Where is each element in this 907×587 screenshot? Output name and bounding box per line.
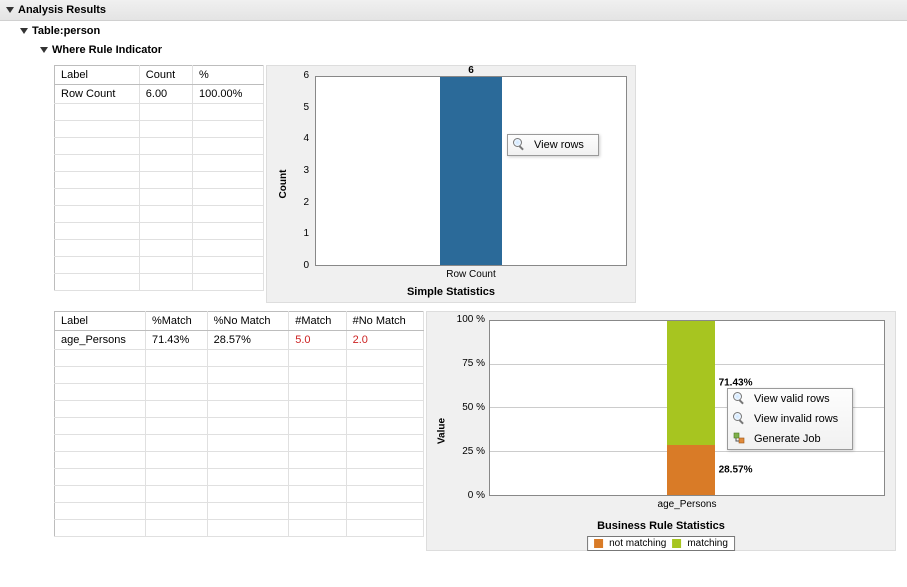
- menu-label: Generate Job: [754, 433, 821, 445]
- context-menu-chart2: View valid rows View invalid rows Genera…: [727, 388, 853, 450]
- simple-stats-table: Label Count % Row Count 6.00 100.00%: [54, 65, 264, 291]
- col-pmatch[interactable]: %Match: [145, 312, 207, 331]
- table-row: [55, 452, 424, 469]
- col-nnomatch[interactable]: #No Match: [346, 312, 423, 331]
- tree-indicator-label: Where Rule Indicator: [52, 44, 162, 56]
- cell-label: Row Count: [55, 85, 140, 104]
- table-row: [55, 418, 424, 435]
- menu-view-invalid-rows[interactable]: View invalid rows: [728, 409, 852, 429]
- y-ticks: 0 % 25 % 50 % 75 % 100 %: [451, 320, 487, 496]
- table-row: [55, 206, 264, 223]
- table-row[interactable]: age_Persons 71.43% 28.57% 5.0 2.0: [55, 331, 424, 350]
- chevron-down-icon: [6, 7, 14, 13]
- table-row: [55, 384, 424, 401]
- table-row: [55, 240, 264, 257]
- col-count[interactable]: Count: [139, 66, 192, 85]
- table-row: [55, 520, 424, 537]
- legend-not-matching: not matching: [609, 538, 666, 549]
- x-category-label: age_Persons: [489, 499, 885, 510]
- menu-view-valid-rows[interactable]: View valid rows: [728, 389, 852, 409]
- business-rule-table: Label %Match %No Match #Match #No Match …: [54, 311, 424, 537]
- chart-title: Business Rule Statistics: [427, 520, 895, 532]
- magnifier-icon: [733, 412, 747, 426]
- x-category-label: Row Count: [315, 269, 627, 280]
- plot-area[interactable]: 6: [315, 76, 627, 266]
- bar-value-label: 6: [440, 65, 502, 76]
- table-row: [55, 503, 424, 520]
- menu-label: View rows: [534, 139, 584, 151]
- menu-generate-job[interactable]: Generate Job: [728, 429, 852, 449]
- cell-label: age_Persons: [55, 331, 146, 350]
- cell-pnomatch: 28.57%: [207, 331, 289, 350]
- table-row: [55, 401, 424, 418]
- segment-not-matching[interactable]: 28.57%: [667, 445, 714, 495]
- table-row: [55, 155, 264, 172]
- col-label[interactable]: Label: [55, 312, 146, 331]
- analysis-results-title: Analysis Results: [18, 4, 106, 16]
- cell-pmatch: 71.43%: [145, 331, 207, 350]
- table-row: [55, 257, 264, 274]
- cell-pct: 100.00%: [193, 85, 264, 104]
- segment-label: 71.43%: [719, 378, 753, 389]
- table-row: [55, 350, 424, 367]
- table-row: [55, 274, 264, 291]
- chevron-down-icon: [20, 28, 28, 34]
- swatch-matching: [672, 539, 681, 548]
- cell-nnomatch: 2.0: [346, 331, 423, 350]
- generate-job-icon: [733, 432, 745, 444]
- bar-row-count[interactable]: [440, 77, 502, 265]
- tree-node-table[interactable]: Table:person: [14, 21, 907, 41]
- tree-table-label: Table:person: [32, 25, 100, 37]
- legend: not matching matching: [587, 536, 735, 551]
- swatch-not-matching: [594, 539, 603, 548]
- table-row: [55, 469, 424, 486]
- table-row[interactable]: Row Count 6.00 100.00%: [55, 85, 264, 104]
- table-row: [55, 104, 264, 121]
- segment-label: 28.57%: [719, 465, 753, 476]
- col-nmatch[interactable]: #Match: [289, 312, 346, 331]
- menu-label: View invalid rows: [754, 413, 838, 425]
- menu-label: View valid rows: [754, 393, 830, 405]
- col-label[interactable]: Label: [55, 66, 140, 85]
- y-axis-label: Value: [437, 418, 448, 444]
- y-ticks: 0 1 2 3 4 5 6: [287, 76, 311, 266]
- bar-age-persons[interactable]: 28.57% 71.43%: [667, 321, 714, 495]
- col-pct[interactable]: %: [193, 66, 264, 85]
- analysis-results-header[interactable]: Analysis Results: [0, 0, 907, 21]
- table-row: [55, 367, 424, 384]
- cell-nmatch: 5.0: [289, 331, 346, 350]
- table-row: [55, 172, 264, 189]
- chart-title: Simple Statistics: [267, 286, 635, 298]
- legend-matching: matching: [687, 538, 728, 549]
- tree-node-indicator[interactable]: Where Rule Indicator: [34, 41, 907, 59]
- segment-matching[interactable]: 71.43%: [667, 321, 714, 445]
- context-menu-chart1: View rows: [507, 134, 599, 156]
- magnifier-icon: [733, 392, 747, 406]
- table-row: [55, 223, 264, 240]
- chevron-down-icon: [40, 47, 48, 53]
- table-row: [55, 138, 264, 155]
- table-row: [55, 435, 424, 452]
- table-row: [55, 121, 264, 138]
- col-pnomatch[interactable]: %No Match: [207, 312, 289, 331]
- business-rule-chart[interactable]: Value 0 % 25 % 50 % 75 % 100 % 28.57% 71…: [426, 311, 896, 551]
- table-row: [55, 486, 424, 503]
- cell-count: 6.00: [139, 85, 192, 104]
- magnifier-icon: [513, 138, 527, 152]
- simple-stats-chart[interactable]: Count 0 1 2 3 4 5 6 6 Row Count Simple S…: [266, 65, 636, 303]
- table-row: [55, 189, 264, 206]
- menu-view-rows[interactable]: View rows: [508, 135, 598, 155]
